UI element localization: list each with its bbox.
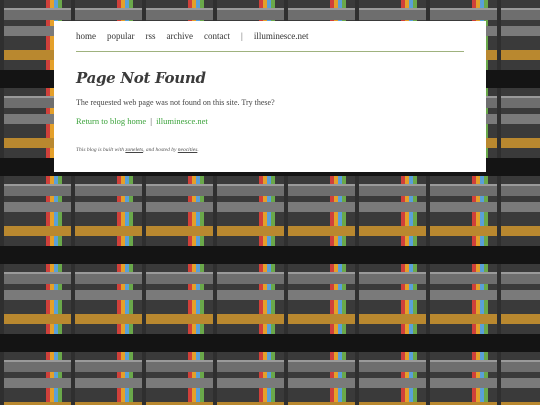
links-separator: | <box>150 116 152 126</box>
nav-separator: | <box>241 31 243 41</box>
page-title: Page Not Found <box>76 69 206 87</box>
footer-prefix: This blog is built with <box>76 147 124 153</box>
footer-middle: , and hosted by <box>143 147 177 153</box>
site-footer: This blog is built with zonelets, and ho… <box>76 147 464 153</box>
top-nav: home popular rss archive contact | illum… <box>76 21 464 52</box>
nav-home-link[interactable]: home <box>76 21 96 51</box>
neocities-link[interactable]: neocities <box>178 147 198 153</box>
not-found-message: The requested web page was not found on … <box>76 98 275 107</box>
blog-home-link[interactable]: Return to blog home <box>76 116 146 126</box>
suggestion-links: Return to blog home | illuminesce.net <box>76 116 464 126</box>
site-home-link[interactable]: illuminesce.net <box>156 116 208 126</box>
nav-popular-link[interactable]: popular <box>107 21 135 51</box>
footer-suffix: . <box>197 147 199 153</box>
zonelets-link[interactable]: zonelets <box>125 147 143 153</box>
content-card: home popular rss archive contact | illum… <box>54 21 486 172</box>
nav-contact-link[interactable]: contact <box>204 21 230 51</box>
nav-archive-link[interactable]: archive <box>167 21 193 51</box>
nav-site-link[interactable]: illuminesce.net <box>254 21 309 51</box>
nav-rss-link[interactable]: rss <box>146 21 156 51</box>
